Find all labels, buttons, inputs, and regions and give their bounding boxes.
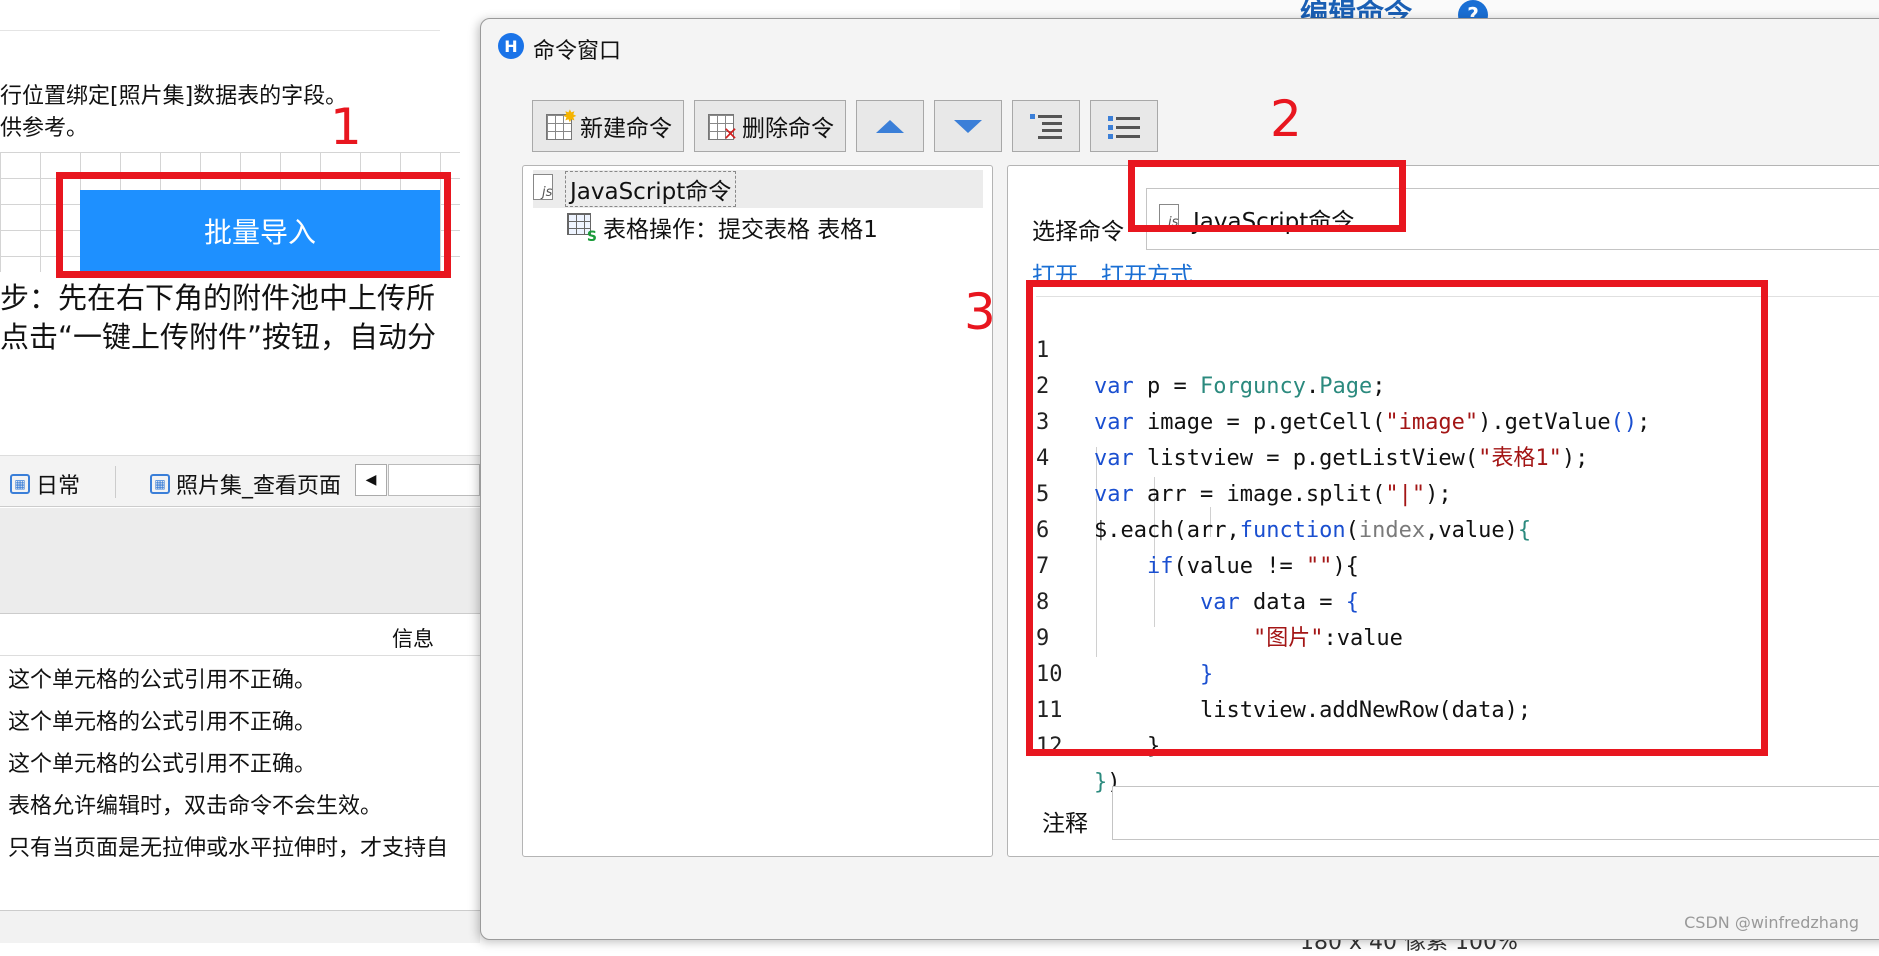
annotation-number-2: 2 — [1270, 90, 1302, 148]
arrow-up-icon — [876, 119, 904, 133]
bottom-bar — [0, 910, 480, 943]
step-text-1: 步：先在右下角的附件池中上传所 — [0, 281, 436, 315]
step-text-2: 点击“一键上传附件”按钮，自动分 — [0, 320, 437, 354]
annotation-number-3: 3 — [964, 283, 996, 341]
new-grid-icon: ✸ — [544, 107, 577, 141]
tab-photo-view[interactable]: ▦ 照片集_查看页面 — [150, 468, 341, 500]
message-row[interactable]: 这个单元格的公式引用不正确。 — [8, 746, 316, 778]
tree-item-label: JavaScript命令 — [565, 171, 737, 207]
page-icon: ▦ — [10, 474, 30, 494]
arrow-down-icon — [954, 119, 982, 133]
tab-separator — [115, 466, 116, 498]
message-row[interactable]: 只有当页面是无拉伸或水平拉伸时，才支持自 — [8, 830, 448, 862]
page-tab-strip: ▦ 日常 ▦ 照片集_查看页面 ◀ — [0, 455, 480, 507]
description-line-2: 供参考。 — [0, 116, 89, 141]
annotation-number-1: 1 — [330, 98, 362, 156]
new-command-button[interactable]: ✸ 新建命令 — [532, 100, 684, 152]
outdent-icon — [1108, 114, 1140, 139]
dialog-title: 命令窗口 — [533, 39, 622, 64]
new-command-label: 新建命令 — [580, 116, 672, 142]
move-down-button[interactable] — [934, 100, 1002, 152]
gray-panel — [0, 508, 480, 614]
delete-command-button[interactable]: ✕ 删除命令 — [694, 100, 846, 152]
move-up-button[interactable] — [856, 100, 924, 152]
delete-grid-icon: ✕ — [706, 111, 738, 145]
message-row[interactable]: 表格允许编辑时，双击命令不会生效。 — [8, 788, 382, 820]
delete-command-label: 删除命令 — [742, 116, 834, 142]
javascript-file-icon: js — [533, 174, 557, 204]
select-command-label: 选择命令 — [1032, 219, 1124, 245]
annotation-box-2 — [1128, 160, 1406, 232]
outdent-button[interactable] — [1090, 100, 1158, 152]
tab-label: 日常 — [36, 474, 81, 499]
right-background — [960, 0, 1879, 20]
watermark: CSDN @winfredzhang — [1684, 913, 1859, 932]
message-row[interactable]: 这个单元格的公式引用不正确。 — [8, 662, 316, 694]
tab-scrollbar[interactable] — [388, 464, 480, 496]
top-divider — [0, 30, 440, 31]
table-icon: S — [567, 213, 597, 245]
indent-icon — [1030, 114, 1062, 139]
annotation-box-3 — [1026, 280, 1768, 756]
indent-button[interactable] — [1012, 100, 1080, 152]
message-header: 信息 — [0, 615, 480, 656]
tab-label: 照片集_查看页面 — [176, 474, 342, 499]
scroll-left-arrow-icon[interactable]: ◀ — [355, 464, 387, 496]
tree-item-javascript[interactable]: js JavaScript命令 — [533, 170, 983, 208]
tree-item-label: 表格操作：提交表格 表格1 — [603, 217, 878, 243]
app-logo-icon: H — [498, 33, 524, 59]
note-label: 注释 — [1042, 811, 1088, 837]
command-tree: js JavaScript命令 S 表格操作：提交表格 表格1 — [522, 165, 993, 857]
annotation-box-1 — [56, 172, 451, 278]
info-column-header: 信息 — [392, 627, 434, 651]
page-icon: ▦ — [150, 474, 170, 494]
description-line-1: 行位置绑定[照片集]数据表的字段。 — [0, 84, 348, 109]
message-row[interactable]: 这个单元格的公式引用不正确。 — [8, 704, 316, 736]
note-input[interactable] — [1112, 786, 1879, 840]
tree-item-table-submit[interactable]: S 表格操作：提交表格 表格1 — [567, 208, 878, 246]
tab-daily[interactable]: ▦ 日常 — [10, 468, 80, 500]
